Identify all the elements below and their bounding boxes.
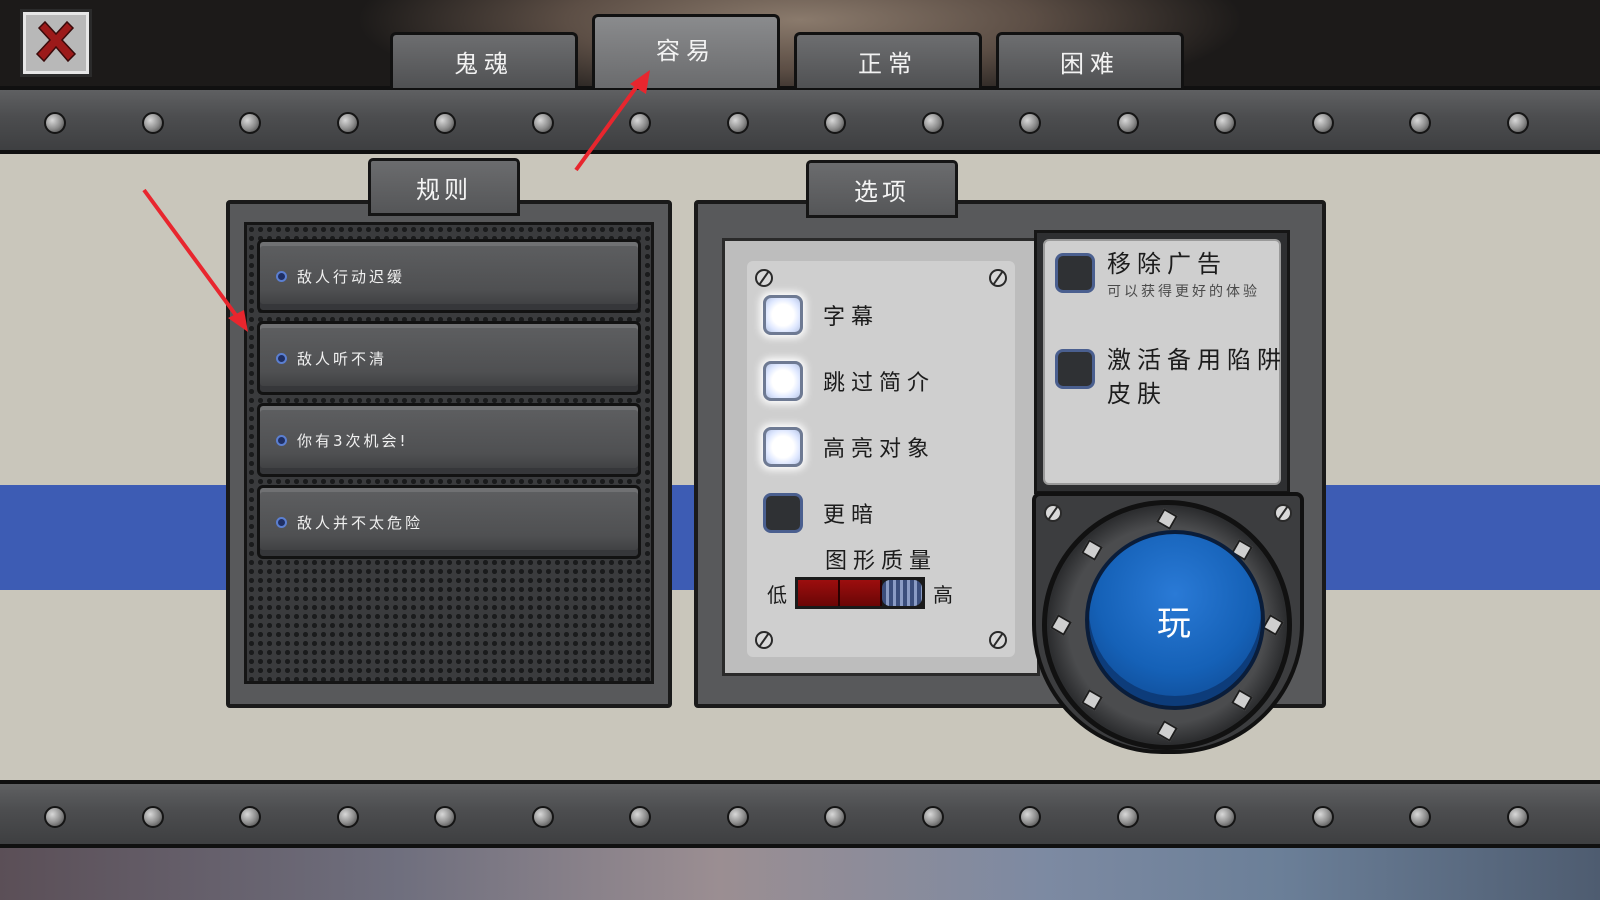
option-label: 跳过简介 (823, 371, 936, 396)
rule-label: 敌人并不太危险 (297, 513, 424, 532)
darker-checkbox[interactable] (763, 493, 803, 533)
rivet-icon (1409, 806, 1431, 828)
option-label: 字幕 (823, 305, 880, 330)
rivet-icon (1409, 112, 1431, 134)
option-highlight-objects[interactable]: 高亮对象 (763, 425, 935, 469)
close-icon (35, 20, 77, 63)
tab-ghost[interactable]: 鬼魂 (390, 32, 578, 88)
rivet-icon (1019, 806, 1041, 828)
rule-item: 敌人行动迟缓 (257, 239, 641, 313)
rivet-icon (531, 112, 554, 134)
quality-segment (798, 580, 840, 606)
bottom-rivet-rail (0, 780, 1600, 848)
graphics-quality-slider[interactable] (795, 577, 925, 609)
quality-low-label: 低 (767, 582, 787, 607)
rule-item: 你有3次机会! (257, 403, 641, 477)
options-inner: 字幕 跳过简介 高亮对象 更暗 图形质量 低 高 (722, 238, 1040, 676)
option-subtitles[interactable]: 字幕 (763, 293, 879, 337)
rivet-icon (336, 806, 359, 828)
rules-header: 规则 (368, 158, 520, 216)
rivet-icon (1116, 806, 1139, 828)
rivet-icon (141, 112, 164, 134)
bullet-icon (276, 434, 287, 446)
remove-ads-title: 移除广告 (1107, 250, 1227, 278)
option-darker[interactable]: 更暗 (763, 491, 879, 535)
remove-ads-checkbox[interactable] (1055, 253, 1095, 293)
rivet-icon (824, 112, 846, 134)
rivet-icon (239, 806, 261, 828)
rivet-icon (1311, 806, 1334, 828)
extras-inner: 移除广告 可以获得更好的体验 激活备用陷阱皮肤 (1043, 239, 1281, 485)
rivet-icon (434, 806, 456, 828)
bullet-icon (276, 516, 287, 528)
rivet-icon (726, 112, 749, 134)
alt-trap-skin-checkbox[interactable] (1055, 349, 1095, 389)
rule-label: 敌人行动迟缓 (297, 267, 406, 286)
bullet-icon (276, 270, 287, 282)
rivet-icon (44, 112, 66, 134)
rivet-icon (1311, 112, 1334, 134)
option-alt-trap-skin[interactable]: 激活备用陷阱皮肤 (1055, 343, 1287, 411)
rivet-icon (921, 112, 944, 134)
graphics-quality-slider-row: 低 高 (767, 577, 953, 609)
rivet-icon (726, 806, 749, 828)
extras-box: 移除广告 可以获得更好的体验 激活备用陷阱皮肤 (1034, 230, 1290, 494)
rivet-icon (824, 806, 846, 828)
quality-slider-handle[interactable] (882, 580, 922, 606)
background-scene-bottom (0, 845, 1600, 900)
screw-icon (989, 269, 1007, 287)
option-skip-intro[interactable]: 跳过简介 (763, 359, 935, 403)
remove-ads-subtitle: 可以获得更好的体验 (1107, 284, 1260, 300)
play-label: 玩 (1157, 603, 1193, 644)
option-label: 高亮对象 (823, 437, 936, 462)
rivet-icon (336, 112, 359, 134)
close-button[interactable] (20, 9, 92, 77)
rivet-icon (531, 806, 554, 828)
tab-hard[interactable]: 困难 (996, 32, 1184, 88)
quality-segment (840, 580, 882, 606)
rivet-icon (1019, 112, 1041, 134)
top-rivet-rail (0, 86, 1600, 154)
screw-icon (1044, 504, 1062, 522)
rivet-icon (1116, 112, 1139, 134)
rule-item: 敌人听不清 (257, 321, 641, 395)
highlight-objects-checkbox[interactable] (763, 427, 803, 467)
tab-normal[interactable]: 正常 (794, 32, 982, 88)
rules-panel: 敌人行动迟缓 敌人听不清 你有3次机会! 敌人并不太危险 (226, 200, 672, 708)
rivet-icon (44, 806, 66, 828)
subtitles-checkbox[interactable] (763, 295, 803, 335)
rivet-icon (629, 806, 651, 828)
rivet-icon (629, 112, 651, 134)
options-header: 选项 (806, 160, 958, 218)
rule-label: 敌人听不清 (297, 349, 388, 368)
rivet-icon (1506, 112, 1529, 134)
alt-trap-skin-title: 激活备用陷阱皮肤 (1107, 346, 1287, 408)
screw-icon (989, 631, 1007, 649)
quality-high-label: 高 (933, 582, 953, 607)
screw-icon (1274, 504, 1292, 522)
rivet-icon (1214, 806, 1236, 828)
rivet-icon (239, 112, 261, 134)
option-label: 更暗 (823, 503, 880, 528)
rivet-icon (141, 806, 164, 828)
option-remove-ads[interactable]: 移除广告 可以获得更好的体验 (1055, 247, 1287, 303)
rule-label: 你有3次机会! (297, 431, 409, 450)
screw-icon (755, 631, 773, 649)
rivet-icon (1506, 806, 1529, 828)
play-button[interactable]: 玩 (1085, 530, 1265, 710)
graphics-quality-title: 图形质量 (824, 549, 937, 574)
rule-item: 敌人并不太危险 (257, 485, 641, 559)
bullet-icon (276, 352, 287, 364)
screw-icon (755, 269, 773, 287)
skip-intro-checkbox[interactable] (763, 361, 803, 401)
rivet-icon (921, 806, 944, 828)
rivet-icon (1214, 112, 1236, 134)
rules-grid: 敌人行动迟缓 敌人听不清 你有3次机会! 敌人并不太危险 (244, 222, 654, 684)
rivet-icon (434, 112, 456, 134)
options-card: 字幕 跳过简介 高亮对象 更暗 图形质量 低 高 (747, 261, 1015, 657)
tab-easy[interactable]: 容易 (592, 14, 780, 88)
